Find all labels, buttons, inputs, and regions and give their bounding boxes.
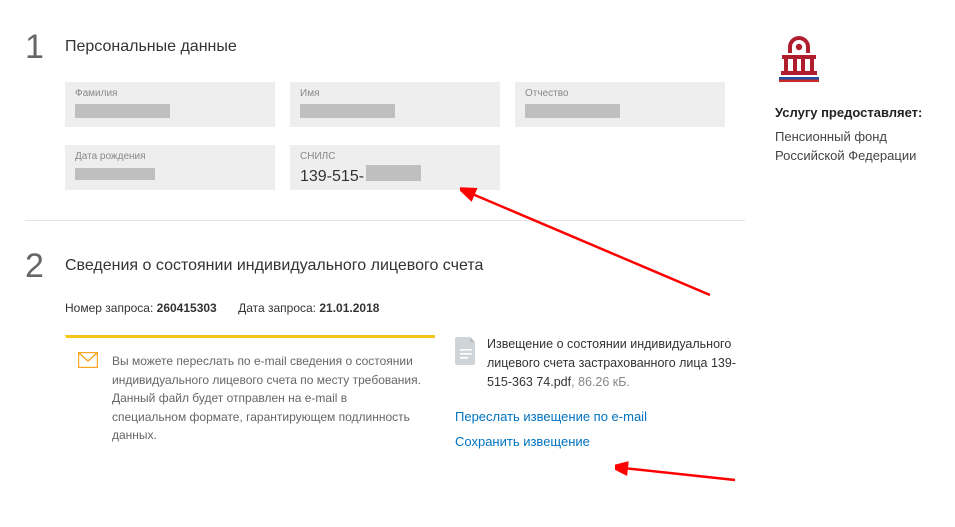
patronymic-value-redacted (525, 104, 620, 118)
dob-field: Дата рождения (65, 145, 275, 190)
request-date-label: Дата запроса: (238, 301, 316, 315)
save-notice-link[interactable]: Сохранить извещение (455, 434, 745, 449)
step-number-2: 2 (25, 249, 65, 283)
document-icon (455, 337, 477, 370)
email-info-box: Вы можете переслать по e-mail сведения о… (65, 335, 435, 459)
snils-label: СНИЛС (300, 151, 490, 162)
snils-value: 139-515- (300, 168, 421, 185)
request-number-label: Номер запроса: (65, 301, 153, 315)
request-date: 21.01.2018 (319, 301, 379, 315)
section-divider (25, 220, 745, 221)
surname-label: Фамилия (75, 88, 265, 99)
patronymic-label: Отчество (525, 88, 715, 99)
snils-prefix: 139-515- (300, 168, 364, 185)
dob-value-redacted (75, 168, 155, 180)
service-provider-heading: Услугу предоставляет: (775, 105, 930, 120)
file-attachment: Извещение о состоянии индивидуального ли… (455, 335, 745, 391)
request-number: 260415303 (157, 301, 217, 315)
mail-icon (78, 352, 98, 374)
send-by-email-link[interactable]: Переслать извещение по e-mail (455, 409, 745, 424)
service-provider-name: Пенсионный фонд Российской Федерации (775, 128, 930, 166)
step-title-1: Персональные данные (65, 30, 237, 56)
snils-field: СНИЛС 139-515- (290, 145, 500, 190)
email-info-text: Вы можете переслать по e-mail сведения о… (112, 354, 421, 442)
dob-label: Дата рождения (75, 151, 265, 162)
name-field: Имя (290, 82, 500, 127)
snils-suffix-redacted (366, 165, 421, 181)
section-1-header: 1 Персональные данные (25, 30, 745, 64)
pfr-logo-icon (775, 32, 930, 87)
patronymic-field: Отчество (515, 82, 725, 127)
step-number-1: 1 (25, 30, 65, 64)
request-info-line: Номер запроса: 260415303 Дата запроса: 2… (65, 301, 745, 315)
file-size: , 86.26 кБ. (571, 375, 630, 389)
surname-field: Фамилия (65, 82, 275, 127)
step-title-2: Сведения о состоянии индивидуального лиц… (65, 249, 483, 275)
name-label: Имя (300, 88, 490, 99)
section-2-header: 2 Сведения о состоянии индивидуального л… (25, 249, 745, 283)
name-value-redacted (300, 104, 395, 118)
surname-value-redacted (75, 104, 170, 118)
